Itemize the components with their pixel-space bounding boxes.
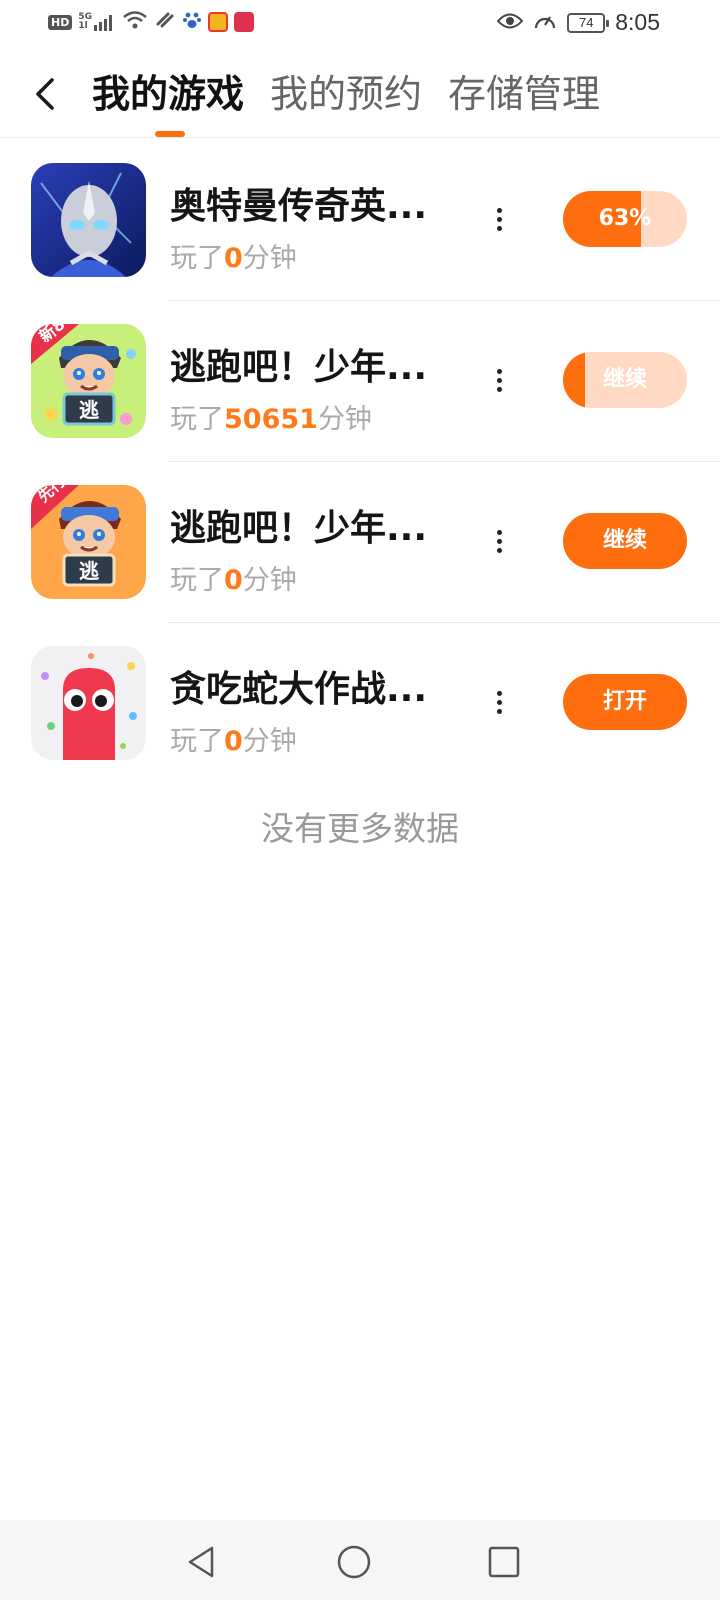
- playtime-minutes: 0: [224, 243, 243, 274]
- game-row[interactable]: 贪吃蛇大作战... 玩了0分钟 打开: [0, 623, 720, 784]
- progress-fill: [563, 352, 586, 408]
- tab-my-games[interactable]: 我的游戏: [92, 68, 244, 120]
- more-options-icon[interactable]: [497, 691, 503, 715]
- back-button[interactable]: [30, 74, 62, 114]
- tab-bar: 我的游戏 我的预约 存储管理: [92, 68, 600, 120]
- status-bar: HD 5G 1l 74 8:05: [0, 0, 720, 46]
- continue-button[interactable]: 继续: [563, 513, 687, 569]
- cellular-signal-icon: 5G 1l: [78, 13, 116, 31]
- more-options-icon[interactable]: [497, 208, 503, 232]
- playtime-suffix: 分钟: [242, 243, 297, 274]
- game-row[interactable]: 奥特曼传奇英... 玩了0分钟 63%: [0, 140, 720, 301]
- nav-recents-button[interactable]: [484, 1542, 524, 1582]
- game-title[interactable]: 逃跑吧！少年...: [170, 345, 427, 391]
- more-options-icon[interactable]: [497, 369, 503, 393]
- hd-indicator: HD: [48, 14, 73, 30]
- playtime-minutes: 0: [224, 565, 243, 596]
- tab-storage-management[interactable]: 存储管理: [448, 68, 600, 120]
- game-title[interactable]: 贪吃蛇大作战...: [170, 667, 427, 713]
- nav-home-button[interactable]: [334, 1542, 374, 1582]
- playtime-prefix: 玩了: [170, 565, 224, 596]
- playtime: 玩了50651分钟: [170, 401, 372, 439]
- action-label: 63%: [598, 206, 652, 231]
- playtime-suffix: 分钟: [317, 404, 372, 435]
- playtime-minutes: 50651: [224, 404, 318, 435]
- circle-home-icon: [337, 1545, 371, 1579]
- playtime-prefix: 玩了: [170, 243, 224, 274]
- active-tab-indicator: [155, 131, 185, 137]
- playtime: 玩了0分钟: [170, 240, 297, 278]
- action-label: 继续: [602, 528, 647, 553]
- no-more-data-text: 没有更多数据: [261, 809, 459, 848]
- battery-indicator: 74: [567, 12, 610, 33]
- eye-icon: [496, 12, 524, 34]
- playtime: 玩了0分钟: [170, 723, 297, 761]
- game-list: 奥特曼传奇英... 玩了0分钟 63% 逃 新8v2: [0, 140, 720, 784]
- playtime-suffix: 分钟: [242, 565, 297, 596]
- snake-game-icon[interactable]: [31, 646, 146, 760]
- tab-my-reservations[interactable]: 我的预约: [270, 68, 422, 120]
- clock: 8:05: [615, 9, 660, 35]
- continue-button[interactable]: 继续: [563, 352, 687, 408]
- game-title[interactable]: 逃跑吧！少年...: [170, 506, 427, 552]
- svg-text:逃: 逃: [79, 398, 100, 422]
- download-progress-button[interactable]: 63%: [563, 191, 687, 247]
- more-options-icon[interactable]: [497, 530, 503, 554]
- playtime: 玩了0分钟: [170, 562, 297, 600]
- escape-boy-game-icon[interactable]: 逃 新8v2: [31, 324, 146, 438]
- shopping-app-icon: [208, 12, 228, 32]
- header: 我的游戏 我的预约 存储管理: [0, 46, 720, 138]
- playtime-minutes: 0: [224, 726, 243, 757]
- game-row[interactable]: 逃 新8v2 逃跑吧！少年... 玩了50651分钟 继续: [0, 301, 720, 462]
- ultraman-game-icon[interactable]: [31, 163, 146, 277]
- playtime-prefix: 玩了: [170, 404, 224, 435]
- playtime-prefix: 玩了: [170, 726, 224, 757]
- wifi-icon: [122, 10, 148, 34]
- paw-icon: [182, 10, 202, 34]
- open-button[interactable]: 打开: [563, 674, 687, 730]
- speedometer-icon: [533, 10, 557, 36]
- triangle-back-icon: [188, 1546, 214, 1578]
- action-label: 打开: [602, 689, 647, 714]
- action-label: 继续: [602, 367, 647, 392]
- link-icon: [154, 10, 176, 34]
- game-title[interactable]: 奥特曼传奇英...: [170, 184, 427, 230]
- svg-text:逃: 逃: [79, 559, 100, 583]
- chevron-left-icon: [36, 78, 54, 110]
- battery-level: 74: [579, 14, 594, 30]
- reader-app-icon: [234, 12, 254, 32]
- nav-back-button[interactable]: [182, 1542, 222, 1582]
- square-recents-icon: [488, 1546, 520, 1578]
- game-row[interactable]: 逃 先行服 逃跑吧！少年... 玩了0分钟 继续: [0, 462, 720, 623]
- playtime-suffix: 分钟: [242, 726, 297, 757]
- system-navigation-bar: [0, 1520, 720, 1600]
- sim-slot: 1l: [78, 21, 88, 31]
- escape-boy-game-icon[interactable]: 逃 先行服: [31, 485, 146, 599]
